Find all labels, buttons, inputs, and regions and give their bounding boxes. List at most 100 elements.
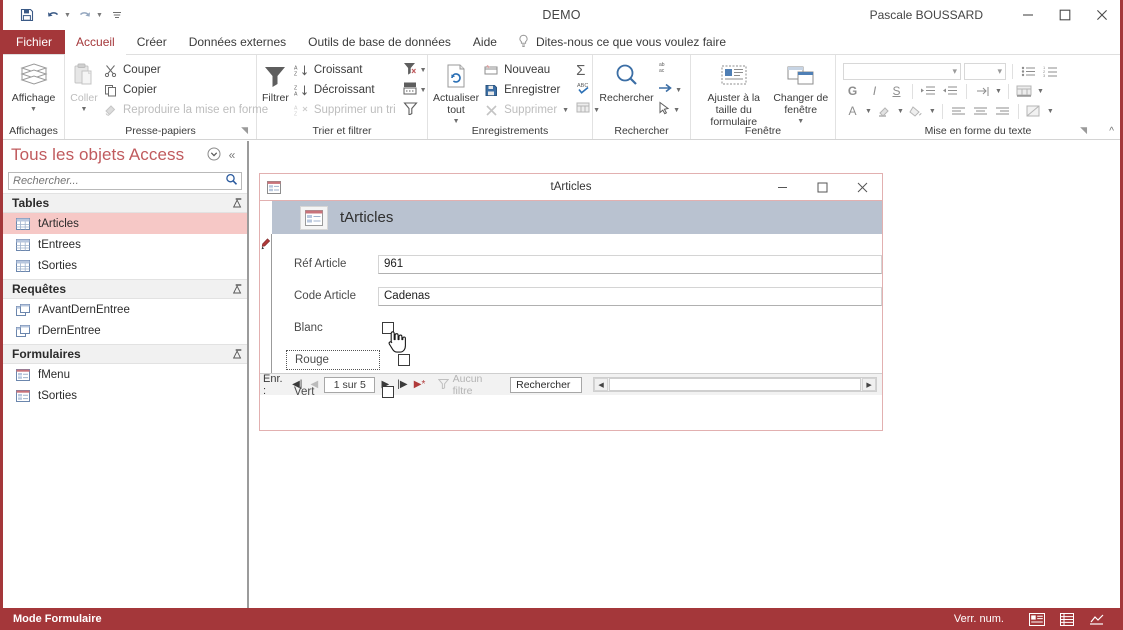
new-record-button[interactable]: Nouveau [479, 60, 573, 80]
form-close-button[interactable] [842, 174, 882, 201]
decrease-indent-button[interactable] [941, 82, 960, 100]
delete-caret-icon[interactable]: ▼ [562, 107, 569, 114]
chevron-up-icon[interactable]: △̅ [233, 284, 241, 295]
advanced-filter-button[interactable]: ▼ [400, 80, 430, 100]
input-code-article[interactable]: Cadenas [378, 286, 882, 306]
bulleted-list-button[interactable] [1019, 62, 1038, 80]
paste-dropdown-caret-icon[interactable]: ▼ [81, 104, 88, 116]
conditional-formatting-caret-icon[interactable]: ▼ [1047, 108, 1054, 115]
tell-me-search[interactable]: Dites-nous ce que vous voulez faire [508, 30, 726, 54]
fit-to-form-button[interactable]: Ajuster à la taille du formulaire [696, 58, 772, 128]
replace-button[interactable]: ab ac [655, 60, 685, 80]
bold-button[interactable]: G [843, 82, 862, 100]
filter-button[interactable]: Filtrer [262, 58, 289, 104]
form-minimize-button[interactable] [762, 174, 802, 201]
select-caret-icon[interactable]: ▼ [673, 107, 680, 114]
datasheet-format-button[interactable] [1015, 82, 1034, 100]
chevron-up-icon[interactable]: △̅ [233, 198, 241, 209]
tab-fichier[interactable]: Fichier [3, 30, 66, 54]
checkbox-rouge[interactable] [398, 354, 410, 366]
tab-creer[interactable]: Créer [126, 30, 178, 54]
background-color-caret-icon[interactable]: ▼ [929, 108, 936, 115]
label-blanc[interactable]: Blanc [272, 322, 378, 334]
redo-icon[interactable] [73, 4, 97, 26]
design-view-icon[interactable] [1082, 613, 1112, 626]
label-vert[interactable]: Vert [272, 386, 378, 398]
tab-donnees-externes[interactable]: Données externes [178, 30, 297, 54]
text-highlight-caret-icon[interactable]: ▼ [897, 108, 904, 115]
align-left-button[interactable] [949, 102, 968, 120]
copy-button[interactable]: Copier [98, 80, 272, 100]
checkbox-vert[interactable] [382, 386, 394, 398]
view-dropdown-caret-icon[interactable]: ▼ [30, 104, 37, 116]
label-rouge[interactable]: Rouge [286, 350, 380, 370]
increase-indent-button[interactable] [919, 82, 938, 100]
refresh-all-button[interactable]: Actualiser tout ▼ [433, 58, 479, 128]
minimize-button[interactable] [1009, 0, 1046, 30]
text-direction-caret-icon[interactable]: ▼ [995, 88, 1002, 95]
sidebar-item-rdernentree[interactable]: rDernEntree [3, 320, 247, 341]
form-view-icon[interactable] [1022, 612, 1052, 626]
undo-icon[interactable] [41, 4, 65, 26]
filter-caret-icon[interactable]: ▼ [420, 67, 427, 74]
form-maximize-button[interactable] [802, 174, 842, 201]
remove-sort-button[interactable]: AZ Supprimer un tri [289, 100, 400, 120]
italic-button[interactable]: I [865, 82, 884, 100]
sidebar-item-tarticles[interactable]: tArticles [3, 213, 247, 234]
goto-button[interactable]: ▼ [655, 80, 685, 100]
search-input[interactable] [9, 173, 221, 189]
font-size-combo[interactable]: ▾ [964, 62, 1006, 80]
nav-group-tables[interactable]: Tables △̅ [3, 193, 247, 213]
switch-window-button[interactable]: Changer de fenêtre ▼ [772, 58, 831, 128]
save-icon[interactable] [15, 4, 39, 26]
find-button[interactable]: Rechercher [598, 58, 655, 104]
select-button[interactable]: ▼ [655, 100, 685, 120]
navigation-search-box[interactable] [8, 172, 242, 190]
datasheet-view-icon[interactable] [1052, 612, 1082, 626]
collapse-ribbon-icon[interactable]: ^ [1109, 126, 1114, 137]
tab-aide[interactable]: Aide [462, 30, 508, 54]
chevron-up-icon[interactable]: △̅ [233, 349, 241, 360]
double-chevron-left-icon[interactable]: « [223, 148, 241, 162]
goto-caret-icon[interactable]: ▼ [675, 87, 682, 94]
toggle-filter-button[interactable]: ▼ [400, 60, 430, 80]
search-icon[interactable] [221, 173, 241, 189]
numbered-list-button[interactable]: 123 [1041, 62, 1060, 80]
save-record-button[interactable]: Enregistrer [479, 80, 573, 100]
maximize-button[interactable] [1046, 0, 1083, 30]
sidebar-item-tsorties-form[interactable]: tSorties [3, 385, 247, 406]
nav-group-formulaires[interactable]: Formulaires △̅ [3, 344, 247, 364]
apply-filter-button[interactable] [400, 100, 430, 120]
font-color-button[interactable]: A [843, 102, 862, 120]
view-button[interactable]: Affichage ▼ [8, 58, 59, 116]
chevron-circle-down-icon[interactable] [205, 147, 223, 164]
tab-outils-base-de-donnees[interactable]: Outils de base de données [297, 30, 462, 54]
cut-button[interactable]: Couper [98, 60, 272, 80]
text-direction-button[interactable] [973, 82, 992, 100]
paste-button[interactable]: Coller ▼ [70, 58, 98, 116]
datasheet-format-caret-icon[interactable]: ▼ [1037, 88, 1044, 95]
sidebar-item-tentrees[interactable]: tEntrees [3, 234, 247, 255]
align-center-button[interactable] [971, 102, 990, 120]
clipboard-dialog-launcher-icon[interactable]: ◥ [241, 122, 248, 138]
format-painter-button[interactable]: Reproduire la mise en forme [98, 100, 272, 120]
delete-record-button[interactable]: Supprimer ▼ [479, 100, 573, 120]
checkbox-blanc[interactable] [382, 322, 394, 334]
redo-dropdown-caret-icon[interactable]: ▼ [96, 12, 103, 19]
nav-group-requetes[interactable]: Requêtes △̅ [3, 279, 247, 299]
font-family-combo[interactable]: ▾ [843, 62, 961, 80]
tab-accueil[interactable]: Accueil [65, 30, 126, 55]
undo-dropdown-caret-icon[interactable]: ▼ [64, 12, 71, 19]
customize-qat-icon[interactable] [105, 4, 129, 26]
conditional-formatting-button[interactable] [1025, 102, 1044, 120]
sort-descending-button[interactable]: ZA Décroissant [289, 80, 400, 100]
align-right-button[interactable] [993, 102, 1012, 120]
underline-button[interactable]: S [887, 82, 906, 100]
sort-ascending-button[interactable]: AZ Croissant [289, 60, 400, 80]
user-account-name[interactable]: Pascale BOUSSARD [870, 8, 983, 22]
sidebar-item-ravantdernentree[interactable]: rAvantDernEntree [3, 299, 247, 320]
text-highlight-button[interactable] [875, 102, 894, 120]
close-button[interactable] [1083, 0, 1120, 30]
font-color-caret-icon[interactable]: ▼ [865, 108, 872, 115]
advanced-filter-caret-icon[interactable]: ▼ [420, 87, 427, 94]
